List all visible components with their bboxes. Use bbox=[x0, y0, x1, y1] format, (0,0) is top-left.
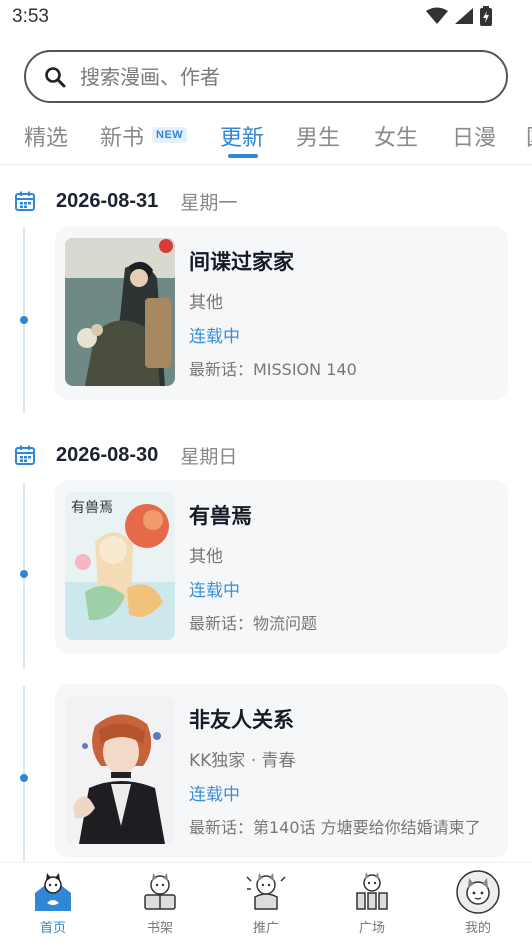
calendar-icon bbox=[15, 445, 35, 465]
tab-featured[interactable]: 精选 bbox=[24, 120, 68, 152]
nav-profile[interactable]: 我的 bbox=[438, 869, 518, 936]
nav-label: 推广 bbox=[252, 921, 279, 936]
tab-label: 国 bbox=[526, 126, 532, 151]
search-input[interactable] bbox=[80, 62, 480, 92]
nav-label: 广场 bbox=[358, 921, 385, 936]
update-weekday: 星期一 bbox=[180, 191, 238, 214]
comic-cover-art bbox=[65, 238, 175, 386]
nav-home[interactable]: 首页 bbox=[13, 869, 93, 936]
nav-label: 首页 bbox=[39, 921, 66, 936]
comic-latest-chapter: 最新话：物流问题 bbox=[189, 614, 318, 633]
comic-genre: 其他 bbox=[189, 293, 223, 313]
tab-male[interactable]: 男生 bbox=[296, 120, 340, 152]
comic-genre: 其他 bbox=[189, 547, 223, 567]
svg-text:有兽焉: 有兽焉 bbox=[71, 500, 113, 516]
tab-new-books[interactable]: 新书 NEW bbox=[100, 120, 188, 152]
status-time: 3:53 bbox=[12, 6, 49, 27]
status-bar: 3:53 bbox=[0, 0, 532, 36]
comic-cover[interactable] bbox=[65, 696, 175, 844]
new-badge: NEW bbox=[152, 127, 188, 143]
nav-square[interactable]: 广场 bbox=[332, 869, 412, 936]
comic-title: 非友人关系 bbox=[189, 708, 294, 732]
battery-icon bbox=[480, 6, 492, 26]
timeline-dot bbox=[20, 774, 28, 782]
comic-status: 连载中 bbox=[189, 327, 240, 347]
tab-label: 精选 bbox=[24, 126, 69, 151]
comic-status: 连载中 bbox=[189, 785, 240, 805]
active-tab-indicator bbox=[228, 154, 258, 158]
comic-latest-chapter: 最新话：第140话 方塘要给你结婚请柬了 bbox=[189, 818, 481, 837]
timeline-dot bbox=[20, 316, 28, 324]
tab-label: 女生 bbox=[374, 126, 419, 151]
profile-avatar-icon bbox=[456, 870, 500, 914]
comic-genre: KK独家 · 青春 bbox=[189, 751, 296, 771]
comic-latest-chapter: 最新话：MISSION 140 bbox=[189, 360, 357, 379]
tab-domestic[interactable]: 国 bbox=[526, 120, 532, 152]
update-weekday: 星期日 bbox=[180, 445, 238, 468]
calendar-icon bbox=[15, 191, 35, 211]
wifi-icon bbox=[426, 7, 448, 24]
bottom-nav: 首页 书架 推广 广场 我的 bbox=[0, 862, 532, 946]
comic-status: 连载中 bbox=[189, 581, 240, 601]
date-header: 2026-08-31 星期一 bbox=[14, 186, 237, 216]
tab-female[interactable]: 女生 bbox=[374, 120, 418, 152]
comic-cover-art: 有兽焉 bbox=[65, 492, 175, 640]
tab-label: 更新 bbox=[220, 126, 265, 151]
tab-updates[interactable]: 更新 bbox=[220, 120, 264, 152]
comic-card[interactable]: 间谍过家家 其他 连载中 最新话：MISSION 140 bbox=[55, 226, 508, 400]
tab-japanese-manga[interactable]: 日漫 bbox=[452, 120, 496, 152]
signal-icon bbox=[455, 8, 473, 24]
tabs-divider bbox=[0, 164, 532, 165]
timeline-dot bbox=[20, 570, 28, 578]
tab-label: 男生 bbox=[296, 126, 341, 151]
comic-cover[interactable] bbox=[65, 238, 175, 386]
search-icon bbox=[45, 67, 66, 88]
comic-cover[interactable]: 有兽焉 bbox=[65, 492, 175, 640]
home-cat-icon bbox=[35, 873, 71, 911]
date-header: 2026-08-30 星期日 bbox=[14, 440, 237, 470]
search-bar[interactable] bbox=[24, 50, 508, 103]
update-date: 2026-08-30 bbox=[56, 443, 159, 466]
update-date: 2026-08-31 bbox=[56, 189, 159, 212]
nav-label: 我的 bbox=[464, 921, 491, 936]
comic-card[interactable]: 有兽焉 有兽焉 其他 连载中 最新话：物流问题 bbox=[55, 480, 508, 654]
nav-promote[interactable]: 推广 bbox=[226, 869, 306, 936]
nav-bookshelf[interactable]: 书架 bbox=[120, 869, 200, 936]
comic-title: 有兽焉 bbox=[189, 504, 252, 528]
comic-cover-art bbox=[65, 696, 175, 844]
tab-label: 日漫 bbox=[452, 126, 497, 151]
square-cat-icon bbox=[356, 872, 388, 910]
bookshelf-cat-icon bbox=[144, 873, 176, 910]
nav-label: 书架 bbox=[146, 921, 173, 936]
status-icons bbox=[426, 6, 492, 26]
tab-label: 新书 bbox=[100, 126, 145, 151]
promote-cat-icon bbox=[246, 873, 286, 910]
category-tabs: 精选 新书 NEW 更新 男生 女生 日漫 国 bbox=[0, 110, 532, 162]
comic-card[interactable]: 非友人关系 KK独家 · 青春 连载中 最新话：第140话 方塘要给你结婚请柬了 bbox=[55, 684, 508, 858]
comic-title: 间谍过家家 bbox=[189, 250, 294, 274]
